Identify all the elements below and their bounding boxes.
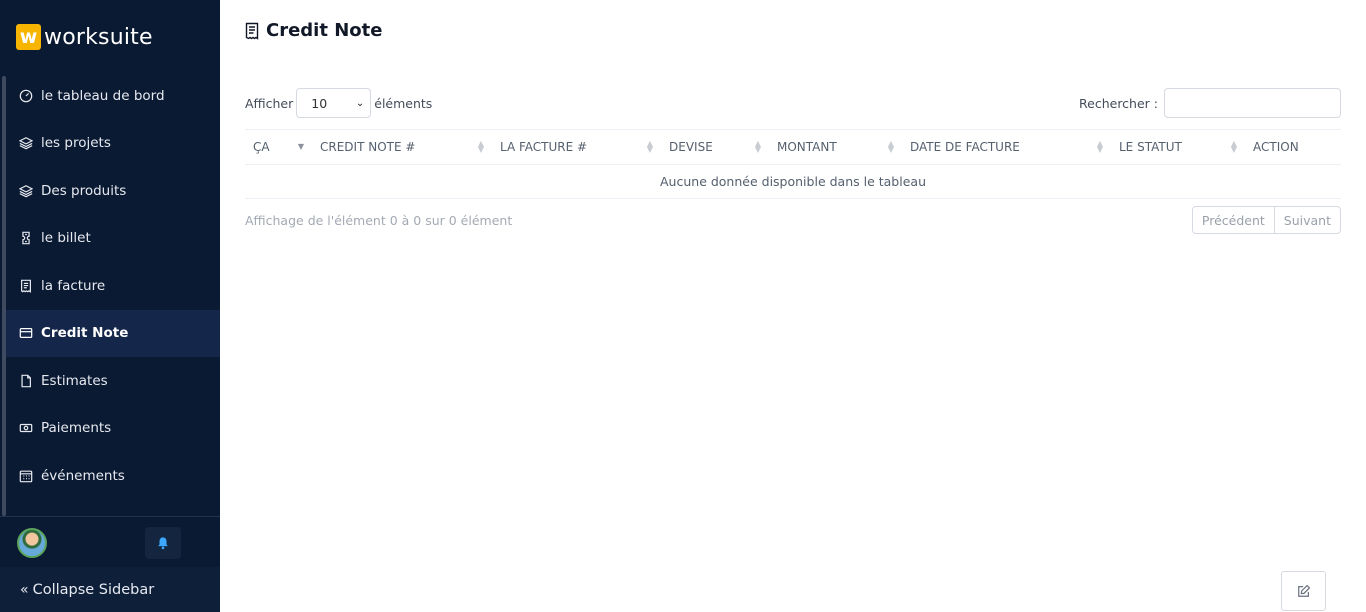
previous-page-button[interactable]: Précédent <box>1193 207 1274 233</box>
notifications-button[interactable] <box>145 527 181 559</box>
page-size-select[interactable]: 10 ⌄ <box>296 88 372 118</box>
sort-icon: ▲ ▼ <box>646 138 653 154</box>
double-chevron-left-icon: « <box>20 581 29 598</box>
sidebar-item-label: Credit Note <box>41 325 129 342</box>
sidebar-item-label: le billet <box>41 230 91 247</box>
layers-icon <box>18 135 34 151</box>
sidebar-item-label: événements <box>41 467 125 484</box>
column-header[interactable]: CREDIT NOTE # ▲ ▼ <box>312 130 492 165</box>
sidebar-item-projects[interactable]: les projets <box>6 120 220 168</box>
sort-icon: ▲ ▼ <box>887 138 894 154</box>
sidebar-nav: le tableau de bord les projets Des produ… <box>6 72 220 500</box>
bell-icon <box>158 537 168 550</box>
sidebar-item-products[interactable]: Des produits <box>6 167 220 215</box>
calendar-icon <box>18 468 34 484</box>
page-title: Credit Note <box>244 20 382 41</box>
sidebar-item-tickets[interactable]: le billet <box>6 215 220 263</box>
table-header: ÇA ▼ CREDIT NOTE # ▲ ▼ LA FACTURE # ▲ ▼ DE… <box>245 130 1341 165</box>
main-content: Credit Note Afficher 10 ⌄ éléments Reche… <box>220 0 1366 612</box>
column-header[interactable]: LE STATUT ▲ ▼ <box>1111 130 1245 165</box>
search-control: Rechercher : <box>1079 88 1341 118</box>
speedometer-icon <box>18 88 34 104</box>
edit-button[interactable] <box>1281 571 1326 611</box>
file-icon <box>18 373 34 389</box>
receipt-icon <box>18 278 34 294</box>
column-header[interactable]: DATE DE FACTURE ▲ ▼ <box>902 130 1111 165</box>
collapse-sidebar-button[interactable]: « Collapse Sidebar <box>0 567 220 612</box>
brand-logo: w <box>16 24 41 50</box>
column-header[interactable]: LA FACTURE # ▲ ▼ <box>492 130 661 165</box>
layers-icon <box>18 183 34 199</box>
next-page-button[interactable]: Suivant <box>1273 207 1340 233</box>
chevron-down-icon: ⌄ <box>355 97 365 109</box>
sidebar-item-dashboard[interactable]: le tableau de bord <box>6 72 220 120</box>
sort-icon: ▲ ▼ <box>477 138 484 154</box>
sort-icon: ▲ ▼ <box>1230 138 1237 154</box>
column-header[interactable]: MONTANT ▲ ▼ <box>769 130 902 165</box>
empty-table-message: Aucune donnée disponible dans le tableau <box>245 165 1341 199</box>
show-label: Afficher <box>245 95 294 111</box>
sidebar-item-label: le tableau de bord <box>41 87 165 104</box>
search-input[interactable] <box>1164 88 1341 118</box>
column-header[interactable]: ÇA ▼ <box>245 130 312 165</box>
search-label: Rechercher : <box>1079 95 1158 111</box>
sidebar-item-label: Estimates <box>41 372 108 389</box>
sidebar-item-label: la facture <box>41 277 106 294</box>
money-icon <box>18 420 34 436</box>
page-size-value: 10 <box>311 95 328 111</box>
pagination: Précédent Suivant <box>1191 206 1341 234</box>
column-header: ACTION <box>1253 140 1299 154</box>
receipt-icon <box>244 22 260 40</box>
avatar[interactable] <box>17 528 47 558</box>
sidebar-item-invoices[interactable]: la facture <box>6 262 220 310</box>
brand-name: worksuite <box>44 24 153 50</box>
sidebar-item-events[interactable]: événements <box>6 452 220 500</box>
sidebar: w worksuite le tableau de bord les proje… <box>0 0 220 612</box>
sidebar-item-estimates[interactable]: Estimates <box>6 357 220 405</box>
page-length-control: Afficher 10 ⌄ éléments <box>245 88 432 118</box>
sort-icon: ▲ ▼ <box>754 138 761 154</box>
table-info: Affichage de l'élément 0 à 0 sur 0 éléme… <box>245 213 513 228</box>
page-title-text: Credit Note <box>266 20 383 41</box>
ticket-icon <box>18 230 34 246</box>
sidebar-item-label: les projets <box>41 135 111 152</box>
brand[interactable]: w worksuite <box>16 24 153 50</box>
sidebar-item-payments[interactable]: Paiements <box>6 405 220 453</box>
sort-desc-icon: ▼ <box>297 141 304 151</box>
edit-icon <box>1297 584 1310 597</box>
sidebar-footer <box>0 516 220 567</box>
sidebar-item-label: Des produits <box>41 182 127 199</box>
elements-label: éléments <box>374 95 433 111</box>
sidebar-item-label: Paiements <box>41 420 112 437</box>
collapse-sidebar-label: Collapse Sidebar <box>32 581 155 598</box>
column-header[interactable]: DEVISE ▲ ▼ <box>661 130 769 165</box>
sort-icon: ▲ ▼ <box>1096 138 1103 154</box>
credit-card-icon <box>18 325 34 341</box>
sidebar-item-credit-note[interactable]: Credit Note <box>6 309 220 357</box>
credit-notes-table: ÇA ▼ CREDIT NOTE # ▲ ▼ LA FACTURE # ▲ ▼ DE… <box>245 129 1341 199</box>
